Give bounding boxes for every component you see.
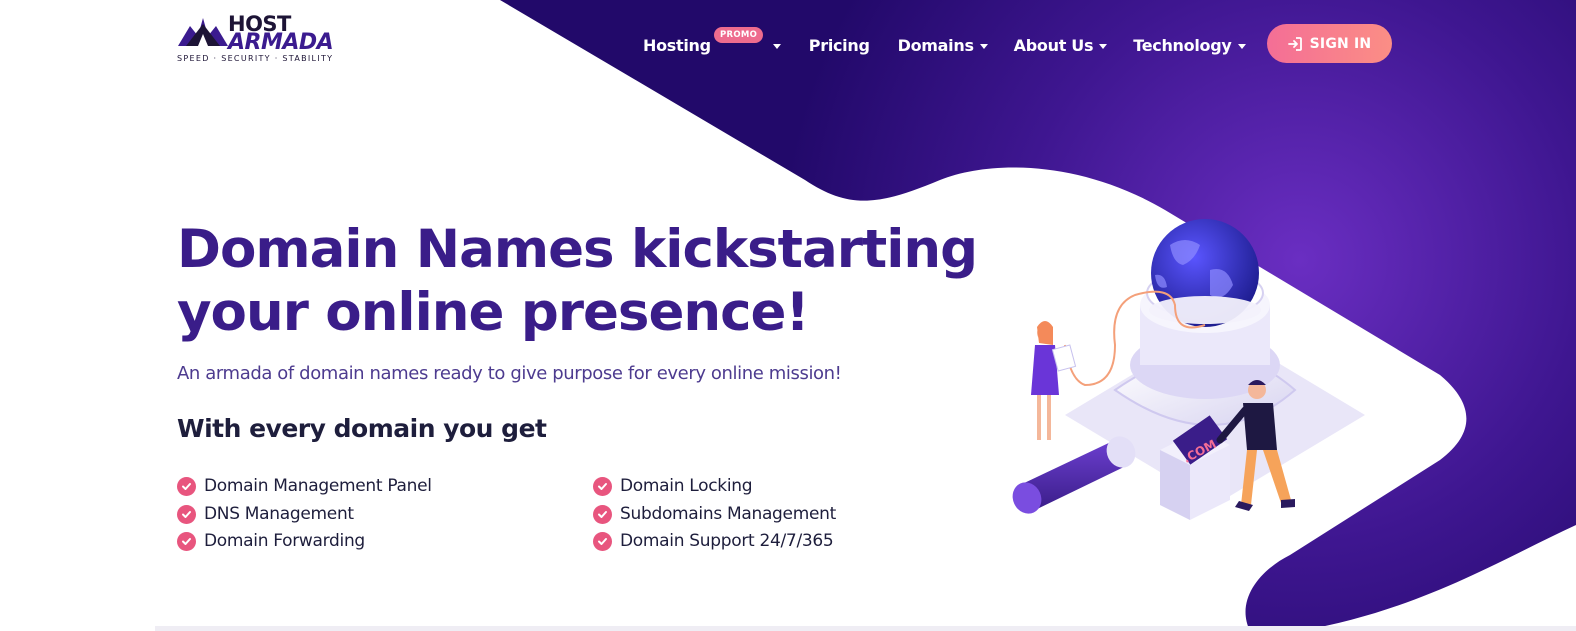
globe-base-ring bbox=[1149, 296, 1261, 324]
chevron-down-icon bbox=[772, 43, 781, 49]
nav-item-pricing-label: Pricing bbox=[808, 35, 870, 55]
feature-item: DNS Management bbox=[177, 504, 354, 524]
feature-item: Domain Forwarding bbox=[177, 531, 365, 551]
nav-item-about-us[interactable]: About Us bbox=[1014, 36, 1108, 55]
feature-item: Subdomains Management bbox=[593, 504, 836, 524]
check-icon bbox=[593, 476, 612, 496]
nav-item-hosting[interactable]: Hosting PROMO bbox=[643, 26, 781, 55]
check-icon bbox=[177, 476, 196, 496]
nav-item-technology-label: Technology bbox=[1133, 35, 1232, 55]
chevron-down-icon bbox=[979, 43, 988, 49]
domain-globe-illustration: .COM bbox=[1012, 219, 1365, 520]
logo-tagline: SPEED · SECURITY · STABILITY bbox=[177, 54, 334, 63]
feature-label: Domain Locking bbox=[620, 476, 753, 496]
logo-mark-icon bbox=[178, 18, 228, 46]
nav-item-domains-label: Domains bbox=[897, 35, 974, 55]
nav-item-about-us-label: About Us bbox=[1013, 35, 1094, 55]
check-icon bbox=[593, 504, 612, 524]
nav-item-domains[interactable]: Domains bbox=[898, 36, 988, 55]
sign-in-label: SIGN IN bbox=[1309, 35, 1372, 52]
check-icon bbox=[593, 531, 612, 551]
feature-label: DNS Management bbox=[204, 504, 354, 524]
magnifier-handle bbox=[1012, 436, 1136, 514]
feature-label: Subdomains Management bbox=[620, 504, 836, 524]
feature-label: Domain Forwarding bbox=[204, 531, 365, 551]
main-nav: Hosting PROMO Pricing Domains About Us T… bbox=[643, 26, 1246, 60]
nav-item-hosting-label: Hosting bbox=[643, 35, 711, 55]
feature-item: Domain Locking bbox=[593, 476, 753, 496]
nav-item-pricing[interactable]: Pricing bbox=[809, 36, 870, 55]
chevron-down-icon bbox=[1237, 43, 1246, 49]
promo-badge: PROMO bbox=[714, 26, 764, 43]
feature-item: Domain Support 24/7/365 bbox=[593, 531, 834, 551]
check-icon bbox=[177, 504, 196, 524]
hero-title: Domain Names kickstarting your online pr… bbox=[177, 219, 978, 343]
hero-subtitle: An armada of domain names ready to give … bbox=[177, 363, 842, 384]
sign-in-button[interactable]: SIGN IN bbox=[1267, 24, 1392, 63]
sign-in-icon bbox=[1287, 36, 1302, 51]
check-icon bbox=[177, 531, 196, 551]
logo-text-armada: ARMADA bbox=[228, 30, 334, 55]
feature-label: Domain Support 24/7/365 bbox=[620, 531, 834, 551]
page-bottom-divider bbox=[155, 626, 1576, 631]
host-armada-logo[interactable]: HOST ARMADA SPEED · SECURITY · STABILITY bbox=[176, 12, 356, 68]
feature-item: Domain Management Panel bbox=[177, 476, 432, 496]
features-heading: With every domain you get bbox=[177, 414, 547, 443]
nav-item-technology[interactable]: Technology bbox=[1133, 35, 1246, 55]
chevron-down-icon bbox=[1099, 43, 1108, 49]
feature-label: Domain Management Panel bbox=[204, 476, 432, 496]
woman-figure bbox=[1031, 321, 1077, 440]
